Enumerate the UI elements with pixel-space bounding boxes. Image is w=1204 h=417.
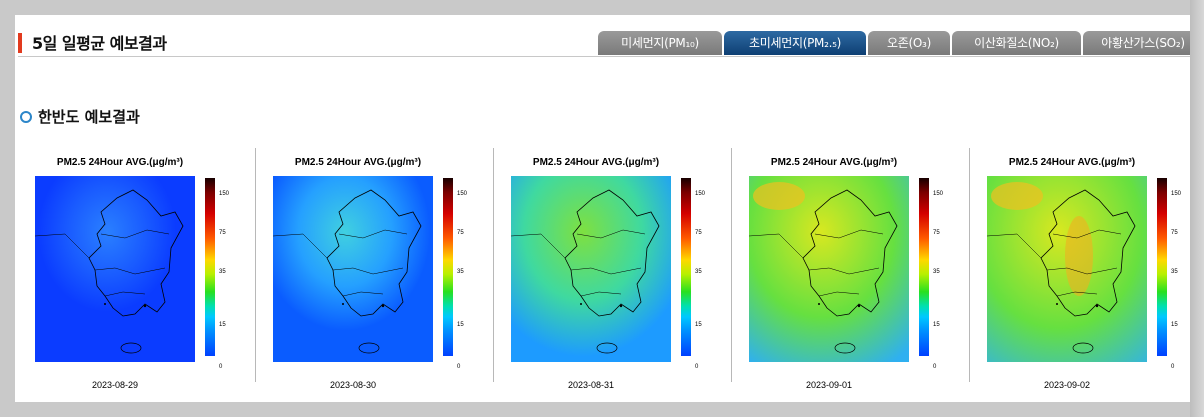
- colorbar: [681, 178, 691, 356]
- colorbar-tick: 0: [457, 364, 461, 370]
- forecast-map-card: PM2.5 24Hour AVG.(μg/m³) 150 75 35 15 0 2023-0…: [506, 157, 706, 390]
- forecast-map-card: PM2.5 24Hour AVG.(μg/m³) 150 75 35 15 0 2023-0…: [30, 157, 230, 390]
- pm25-forecast-map[interactable]: [35, 176, 195, 362]
- column-divider: [255, 148, 256, 382]
- colorbar-tick: 15: [695, 322, 702, 328]
- tab-pm10[interactable]: 미세먼지(PM₁₀): [598, 31, 722, 55]
- map-title: PM2.5 24Hour AVG.(μg/m³): [532, 157, 660, 168]
- colorbar-tick: 150: [1171, 191, 1182, 197]
- colorbar-tick: 150: [219, 191, 230, 197]
- colorbar-tick: 150: [933, 191, 944, 197]
- map-title: PM2.5 24Hour AVG.(μg/m³): [770, 157, 898, 168]
- section-title: 한반도 예보결과: [38, 108, 140, 126]
- forecast-date: 2023-08-31: [567, 380, 615, 390]
- colorbar-tick: 75: [695, 230, 702, 236]
- tab-so2[interactable]: 아황산가스(SO₂): [1083, 31, 1190, 55]
- forecast-date: 2023-08-29: [91, 380, 139, 390]
- column-divider: [969, 148, 970, 382]
- colorbar: [1157, 178, 1167, 356]
- colorbar-tick: 0: [219, 364, 223, 370]
- colorbar-tick: 15: [933, 322, 940, 328]
- title-accent-bar: [18, 33, 22, 53]
- pm25-forecast-map[interactable]: [273, 176, 433, 362]
- forecast-map-card: PM2.5 24Hour AVG.(μg/m³) 150 75 35 15 0 2023-0…: [744, 157, 944, 390]
- window-edge: [1190, 0, 1204, 417]
- column-divider: [731, 148, 732, 382]
- forecast-date: 2023-09-02: [1043, 380, 1091, 390]
- colorbar-tick: 15: [219, 322, 226, 328]
- tab-ozone[interactable]: 오존(O₃): [868, 31, 950, 55]
- colorbar-tick: 35: [1171, 269, 1178, 275]
- colorbar-tick: 150: [695, 191, 706, 197]
- column-divider: [493, 148, 494, 382]
- colorbar-tick: 0: [695, 364, 699, 370]
- colorbar-tick: 15: [457, 322, 464, 328]
- colorbar-tick: 0: [1171, 364, 1175, 370]
- colorbar: [205, 178, 215, 356]
- pollutant-tabs: 미세먼지(PM₁₀) 초미세먼지(PM₂.₅) 오존(O₃) 이산화질소(NO₂…: [598, 31, 1190, 55]
- pm25-forecast-map[interactable]: [749, 176, 909, 362]
- tab-no2[interactable]: 이산화질소(NO₂): [952, 31, 1081, 55]
- content-panel: 5일 일평균 예보결과 미세먼지(PM₁₀) 초미세먼지(PM₂.₅) 오존(O…: [15, 15, 1190, 402]
- bullet-icon: [20, 110, 32, 123]
- pm25-forecast-map[interactable]: [987, 176, 1147, 362]
- colorbar-tick: 35: [933, 269, 940, 275]
- pm25-forecast-map[interactable]: [511, 176, 671, 362]
- colorbar-tick: 75: [933, 230, 940, 236]
- colorbar-tick: 75: [1171, 230, 1178, 236]
- colorbar-tick: 15: [1171, 322, 1178, 328]
- forecast-map-card: PM2.5 24Hour AVG.(μg/m³) 150 75 35 15 0 2023-0…: [268, 157, 468, 390]
- colorbar-tick: 0: [933, 364, 937, 370]
- forecast-date: 2023-08-30: [329, 380, 377, 390]
- section-heading: 한반도 예보결과: [20, 106, 140, 127]
- colorbar-tick: 150: [457, 191, 468, 197]
- colorbar-tick: 75: [457, 230, 464, 236]
- colorbar: [919, 178, 929, 356]
- colorbar-tick: 35: [219, 269, 226, 275]
- page-title: 5일 일평균 예보결과: [32, 34, 167, 53]
- forecast-date: 2023-09-01: [805, 380, 853, 390]
- forecast-map-card: PM2.5 24Hour AVG.(μg/m³) 150 75 35 15 0 2023-0…: [982, 157, 1182, 390]
- tab-pm25[interactable]: 초미세먼지(PM₂.₅): [724, 31, 866, 55]
- colorbar-tick: 35: [457, 269, 464, 275]
- map-title: PM2.5 24Hour AVG.(μg/m³): [1008, 157, 1136, 168]
- colorbar: [443, 178, 453, 356]
- colorbar-tick: 35: [695, 269, 702, 275]
- map-title: PM2.5 24Hour AVG.(μg/m³): [56, 157, 184, 168]
- colorbar-tick: 75: [219, 230, 226, 236]
- map-title: PM2.5 24Hour AVG.(μg/m³): [294, 157, 422, 168]
- title-divider: [18, 56, 1190, 57]
